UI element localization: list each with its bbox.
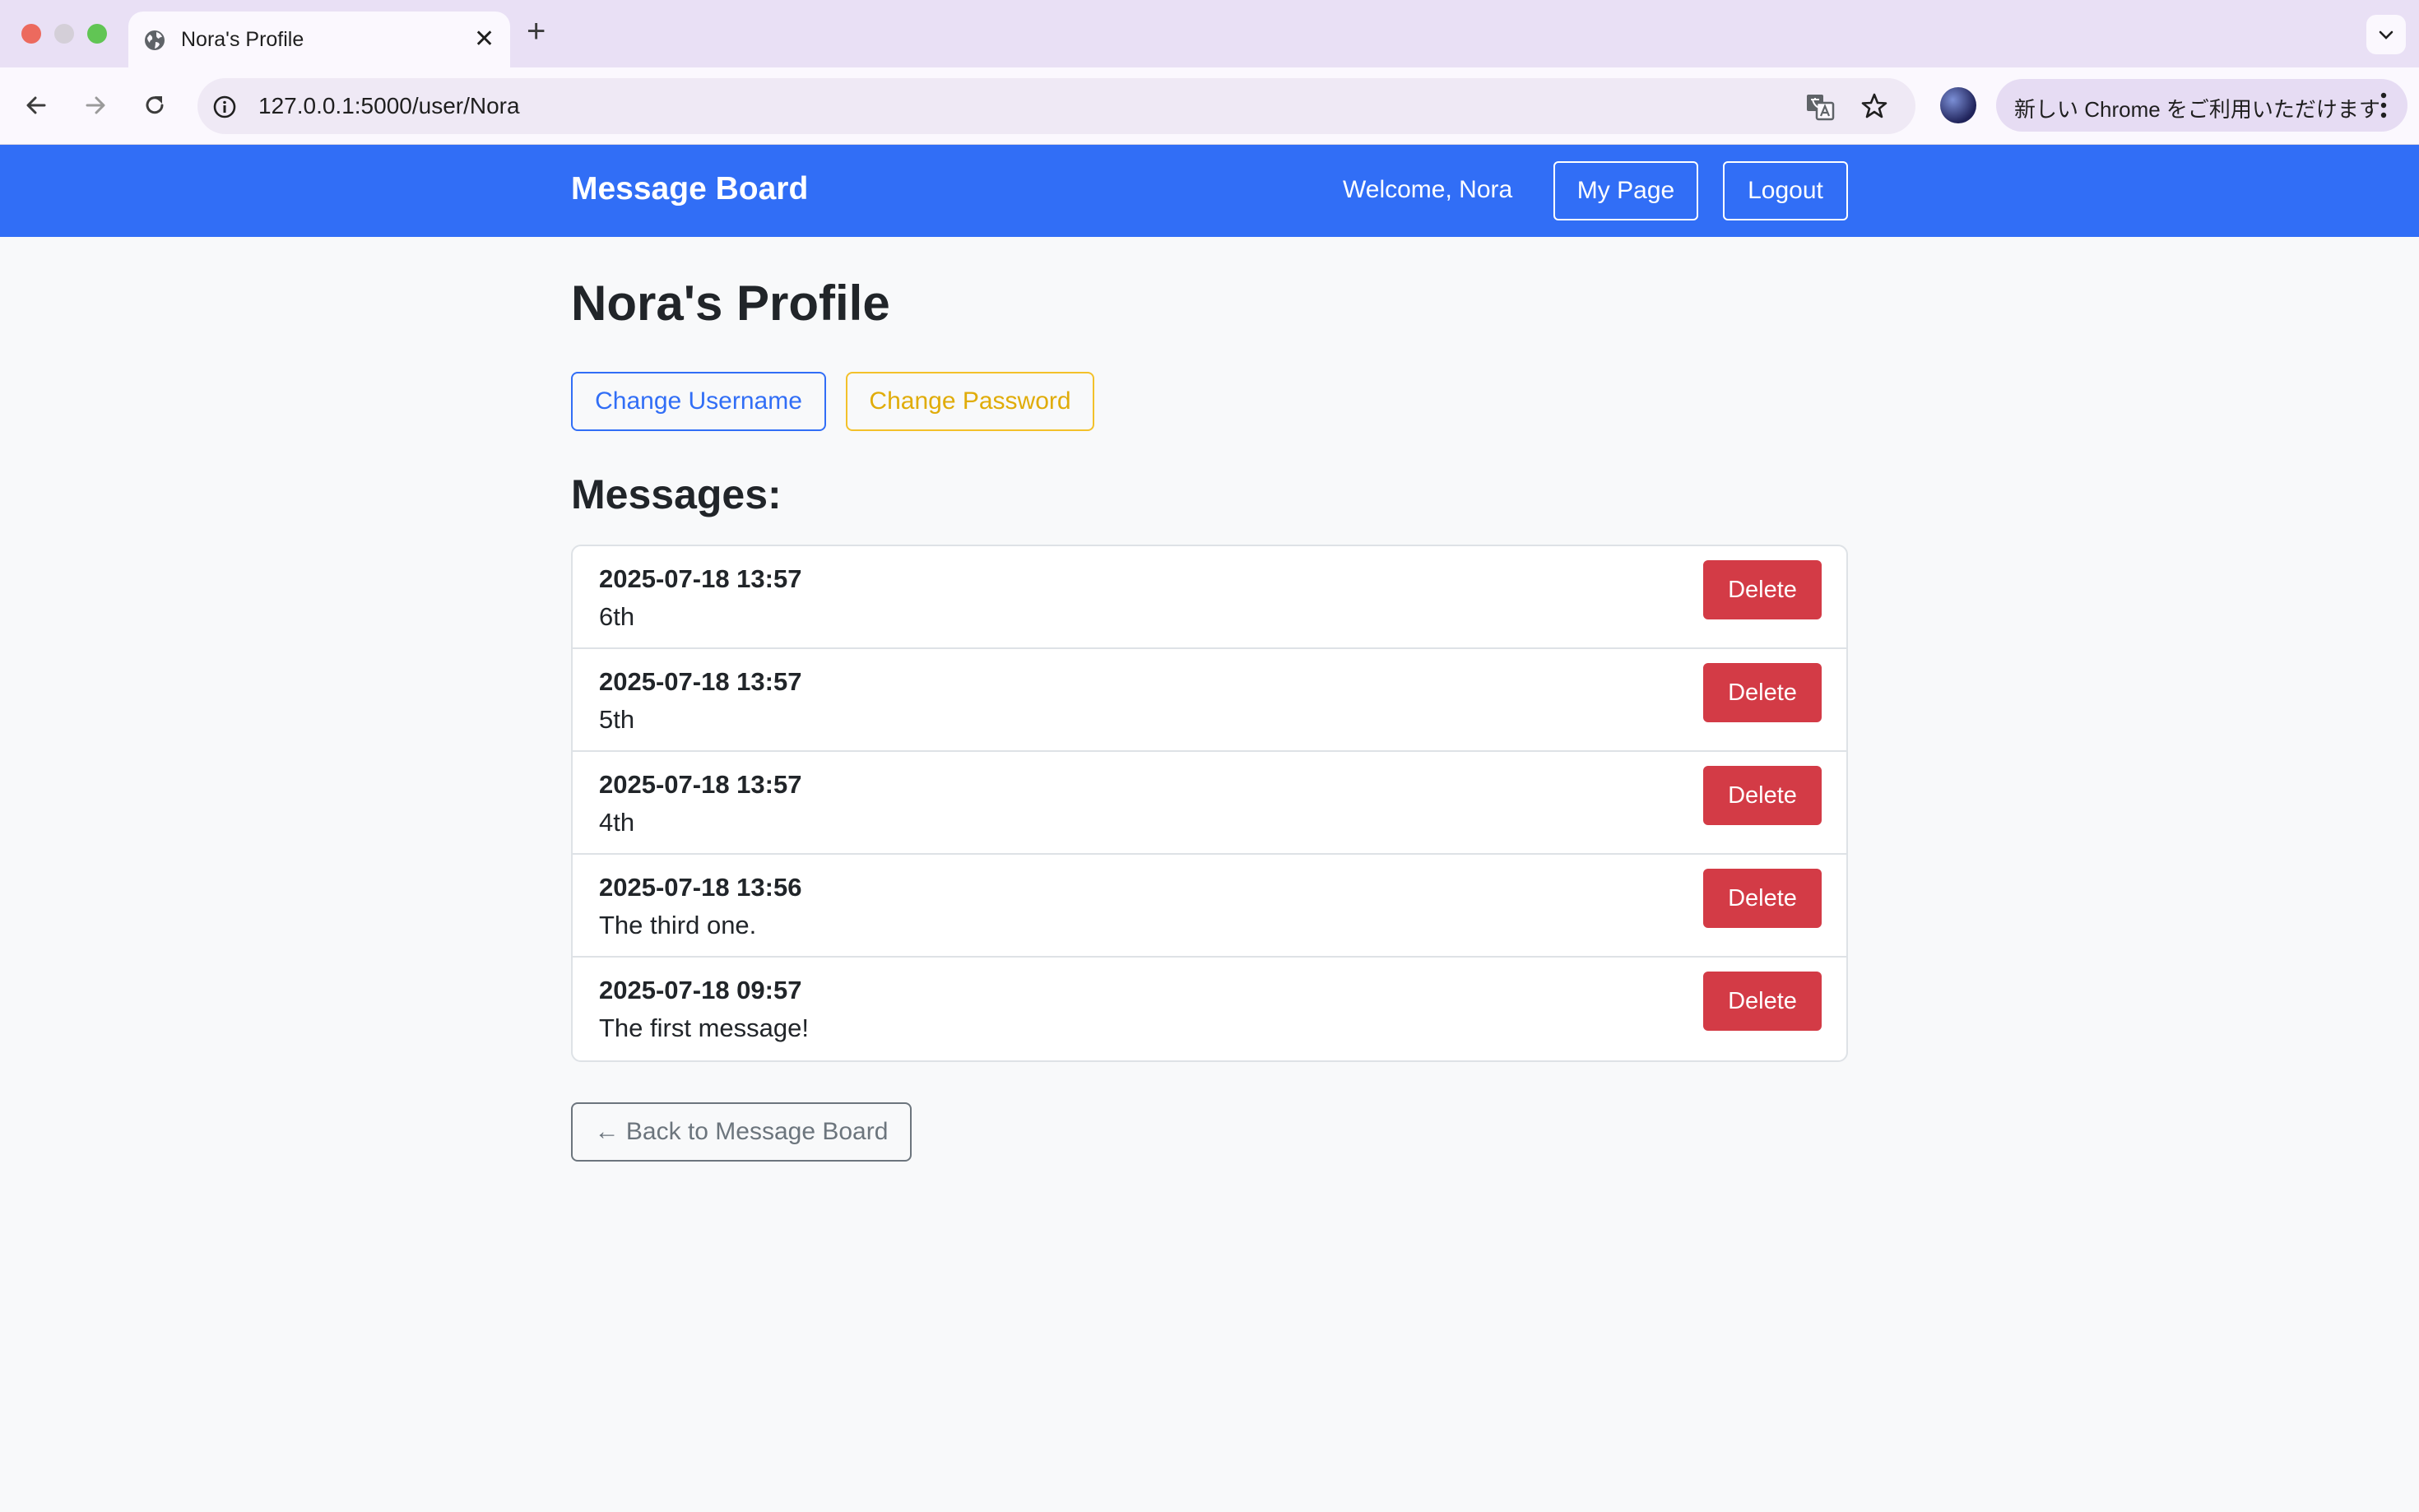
messages-heading: Messages: bbox=[571, 471, 782, 517]
message-timestamp: 2025-07-18 13:57 bbox=[599, 770, 802, 799]
back-to-board-button[interactable]: ← Back to Message Board bbox=[571, 1102, 912, 1162]
update-text: 新しい Chrome をご利用いただけます bbox=[2014, 97, 2380, 122]
info-icon[interactable] bbox=[212, 95, 237, 119]
message-list: 2025-07-18 13:57 6th Delete 2025-07-18 1… bbox=[571, 545, 1848, 1062]
message-text: The first message! bbox=[599, 1013, 809, 1042]
delete-button[interactable]: Delete bbox=[1703, 663, 1822, 722]
list-item: 2025-07-18 09:57 The first message! Dele… bbox=[573, 958, 1846, 1060]
delete-button[interactable]: Delete bbox=[1703, 766, 1822, 825]
window-minimize-button[interactable] bbox=[54, 24, 74, 44]
message-timestamp: 2025-07-18 13:57 bbox=[599, 564, 802, 593]
new-tab-icon[interactable]: + bbox=[527, 13, 546, 49]
close-tab-icon[interactable]: ✕ bbox=[474, 27, 494, 52]
list-item: 2025-07-18 13:56 The third one. Delete bbox=[573, 855, 1846, 958]
window-close-button[interactable] bbox=[21, 24, 41, 44]
message-text: 6th bbox=[599, 602, 635, 631]
forward-arrow-icon[interactable] bbox=[79, 89, 112, 122]
message-timestamp: 2025-07-18 13:56 bbox=[599, 873, 802, 902]
bookmark-star-icon[interactable] bbox=[1860, 91, 1889, 121]
address-bar[interactable]: 127.0.0.1:5000/user/Nora bbox=[197, 78, 1915, 134]
back-arrow-icon[interactable] bbox=[20, 89, 53, 122]
more-menu-icon[interactable] bbox=[2380, 90, 2388, 120]
message-text: 5th bbox=[599, 705, 635, 734]
site-navbar: Message Board Welcome, Nora My Page Logo… bbox=[0, 145, 2419, 237]
message-text: The third one. bbox=[599, 911, 757, 939]
my-page-button[interactable]: My Page bbox=[1553, 161, 1698, 220]
message-timestamp: 2025-07-18 09:57 bbox=[599, 976, 802, 1004]
delete-button[interactable]: Delete bbox=[1703, 972, 1822, 1031]
tab-title: Nora's Profile bbox=[181, 28, 304, 51]
browser-tab-strip: Nora's Profile ✕ + bbox=[0, 0, 2419, 67]
message-timestamp: 2025-07-18 13:57 bbox=[599, 667, 802, 696]
delete-button[interactable]: Delete bbox=[1703, 560, 1822, 619]
reload-icon[interactable] bbox=[138, 89, 171, 122]
change-username-button[interactable]: Change Username bbox=[571, 372, 826, 431]
browser-tab[interactable]: Nora's Profile ✕ bbox=[128, 12, 510, 67]
list-item: 2025-07-18 13:57 6th Delete bbox=[573, 546, 1846, 649]
delete-button[interactable]: Delete bbox=[1703, 869, 1822, 928]
tab-search-button[interactable] bbox=[2366, 15, 2406, 54]
profile-avatar[interactable] bbox=[1940, 87, 1976, 123]
brand-link[interactable]: Message Board bbox=[571, 171, 808, 207]
globe-icon bbox=[143, 29, 166, 52]
window-maximize-button[interactable] bbox=[87, 24, 107, 44]
logout-button[interactable]: Logout bbox=[1723, 161, 1848, 220]
list-item: 2025-07-18 13:57 4th Delete bbox=[573, 752, 1846, 855]
page-title: Nora's Profile bbox=[571, 276, 890, 331]
list-item: 2025-07-18 13:57 5th Delete bbox=[573, 649, 1846, 752]
message-text: 4th bbox=[599, 808, 635, 837]
change-password-button[interactable]: Change Password bbox=[846, 372, 1094, 431]
welcome-text: Welcome, Nora bbox=[1343, 176, 1513, 203]
chevron-down-icon bbox=[2379, 30, 2393, 39]
translate-icon[interactable] bbox=[1805, 93, 1835, 121]
chrome-update-button[interactable]: 新しい Chrome をご利用いただけます bbox=[1996, 79, 2407, 132]
url-text[interactable]: 127.0.0.1:5000/user/Nora bbox=[258, 93, 520, 119]
